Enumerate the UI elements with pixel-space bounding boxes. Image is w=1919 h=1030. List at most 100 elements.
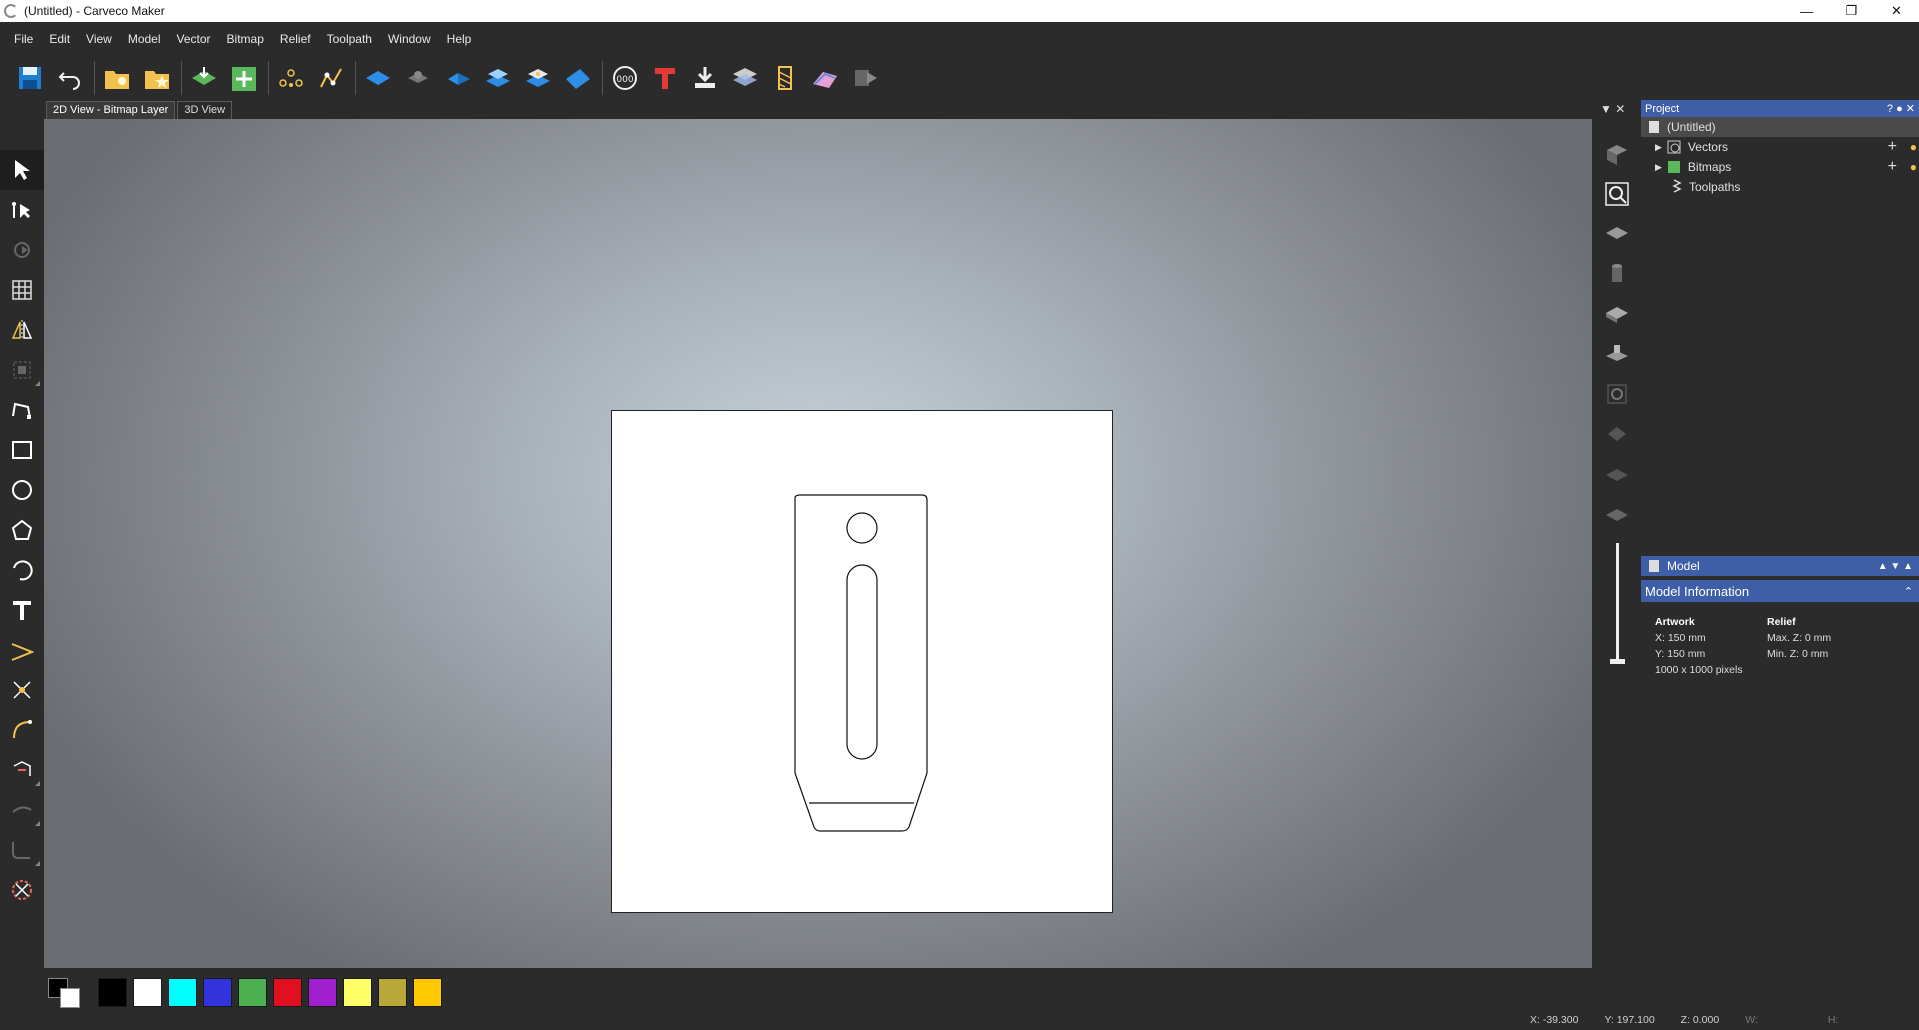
menu-relief[interactable]: Relief	[280, 32, 311, 46]
download-icon[interactable]	[689, 62, 721, 94]
zoom-icon[interactable]	[1594, 174, 1640, 214]
side-view-icon[interactable]	[1594, 334, 1640, 374]
node-select-tool[interactable]	[0, 190, 44, 230]
simulate-icon[interactable]	[809, 62, 841, 94]
menu-bitmap[interactable]: Bitmap	[227, 32, 264, 46]
color-swatch[interactable]	[343, 977, 372, 1007]
group-tool[interactable]	[0, 350, 44, 390]
lightbulb-icon[interactable]: ●	[1910, 160, 1917, 174]
menu-window[interactable]: Window	[388, 32, 431, 46]
design-canvas[interactable]	[44, 119, 1592, 968]
menu-help[interactable]: Help	[447, 32, 472, 46]
fg-bg-color-icon[interactable]	[44, 974, 88, 1010]
smooth-relief-icon[interactable]	[562, 62, 594, 94]
menu-model[interactable]: Model	[128, 32, 161, 46]
transform-tool[interactable]	[0, 230, 44, 270]
trim-tool[interactable]	[0, 630, 44, 670]
arc-tool[interactable]	[0, 550, 44, 590]
color-swatch[interactable]	[98, 977, 127, 1007]
rotate-view-icon[interactable]	[1594, 374, 1640, 414]
expand-icon[interactable]: ▶	[1655, 162, 1662, 173]
bezier-tool[interactable]	[0, 790, 44, 830]
flat-view-icon[interactable]	[1594, 494, 1640, 534]
color-swatch[interactable]	[168, 977, 197, 1007]
project-header-controls[interactable]: ? ● ✕	[1887, 102, 1915, 115]
polygon-tool[interactable]	[0, 510, 44, 550]
project-header: Project ? ● ✕	[1641, 100, 1919, 117]
open-folder-icon[interactable]	[141, 62, 173, 94]
relief-bitmap-icon[interactable]	[402, 62, 434, 94]
tab-3d-view[interactable]: 3D View	[177, 101, 233, 119]
star-view-icon[interactable]	[1594, 414, 1640, 454]
color-swatch[interactable]	[133, 977, 162, 1007]
menu-edit[interactable]: Edit	[49, 32, 70, 46]
undo-icon[interactable]	[54, 62, 86, 94]
menu-file[interactable]: File	[14, 32, 33, 46]
tree-item-toolpaths[interactable]: Toolpaths	[1641, 177, 1919, 197]
restore-button[interactable]: ❐	[1829, 0, 1874, 22]
color-swatch[interactable]	[378, 977, 407, 1007]
save-icon[interactable]	[14, 62, 46, 94]
rectangle-tool[interactable]	[0, 430, 44, 470]
z-slider[interactable]	[1594, 534, 1640, 674]
dropdown-icon[interactable]: ▼	[1600, 102, 1612, 116]
tree-root[interactable]: (Untitled)	[1641, 117, 1919, 137]
close-button[interactable]: ✕	[1874, 0, 1919, 22]
circle-tool[interactable]	[0, 470, 44, 510]
sculpt-relief-icon[interactable]	[522, 62, 554, 94]
offset-tool[interactable]	[0, 750, 44, 790]
lightbulb-icon[interactable]: ●	[1910, 140, 1917, 154]
top-view-icon[interactable]	[1594, 214, 1640, 254]
tree-item-bitmaps[interactable]: ▶ Bitmaps + ●	[1641, 157, 1919, 177]
tree-item-vectors[interactable]: ▶ Vectors + ●	[1641, 137, 1919, 157]
tab-2d-view[interactable]: 2D View - Bitmap Layer	[46, 101, 176, 119]
model-header-controls[interactable]: ▲ ▼ ▲	[1878, 561, 1913, 572]
hatch-tool[interactable]	[0, 870, 44, 910]
front-view-icon[interactable]	[1594, 294, 1640, 334]
polyline-node-icon[interactable]	[315, 62, 347, 94]
bitmap-sheet[interactable]	[611, 410, 1113, 913]
menu-view[interactable]: View	[86, 32, 112, 46]
fillet-tool[interactable]	[0, 710, 44, 750]
select-tool[interactable]	[0, 150, 44, 190]
grid-tool[interactable]	[0, 270, 44, 310]
calculate-toolpath-icon[interactable]: 000	[609, 62, 641, 94]
mirror-tool[interactable]	[0, 310, 44, 350]
layers-icon[interactable]	[729, 62, 761, 94]
text-tool-icon[interactable]	[649, 62, 681, 94]
texture-icon[interactable]	[769, 62, 801, 94]
node-editing-icon[interactable]	[275, 62, 307, 94]
color-swatch[interactable]	[238, 977, 267, 1007]
cut-tool[interactable]	[0, 670, 44, 710]
add-model-icon[interactable]	[228, 62, 260, 94]
expand-icon[interactable]: ▶	[1655, 142, 1662, 153]
tree-root-label: (Untitled)	[1667, 120, 1716, 134]
polyline-tool[interactable]	[0, 390, 44, 430]
color-swatch[interactable]	[413, 977, 442, 1007]
bitmaps-icon	[1667, 161, 1680, 173]
cylinder-view-icon[interactable]	[1594, 254, 1640, 294]
color-swatch[interactable]	[273, 977, 302, 1007]
model-info-header[interactable]: Model Information ⌃	[1641, 580, 1919, 602]
text-tool[interactable]	[0, 590, 44, 630]
add-bitmap-icon[interactable]: +	[1888, 158, 1897, 176]
color-swatch[interactable]	[203, 977, 232, 1007]
add-vector-icon[interactable]: +	[1888, 138, 1897, 156]
export-icon[interactable]	[849, 62, 881, 94]
menu-vector[interactable]: Vector	[177, 32, 211, 46]
menu-toolpath[interactable]: Toolpath	[327, 32, 372, 46]
color-swatch[interactable]	[308, 977, 337, 1007]
corner-tool[interactable]	[0, 830, 44, 870]
relief-shape-icon[interactable]	[362, 62, 394, 94]
collapse-icon[interactable]: ⌃	[1904, 585, 1913, 598]
status-y: Y: 197.100	[1604, 1014, 1655, 1026]
new-folder-icon[interactable]	[101, 62, 133, 94]
minimize-button[interactable]: —	[1784, 0, 1829, 22]
close-panel-icon[interactable]: ✕	[1615, 102, 1625, 116]
layer-view-icon[interactable]	[1594, 454, 1640, 494]
raise-relief-icon[interactable]	[482, 62, 514, 94]
vector-artwork[interactable]	[612, 411, 1112, 912]
extrude-icon[interactable]	[442, 62, 474, 94]
import-model-icon[interactable]	[188, 62, 220, 94]
iso-view-icon[interactable]	[1594, 134, 1640, 174]
